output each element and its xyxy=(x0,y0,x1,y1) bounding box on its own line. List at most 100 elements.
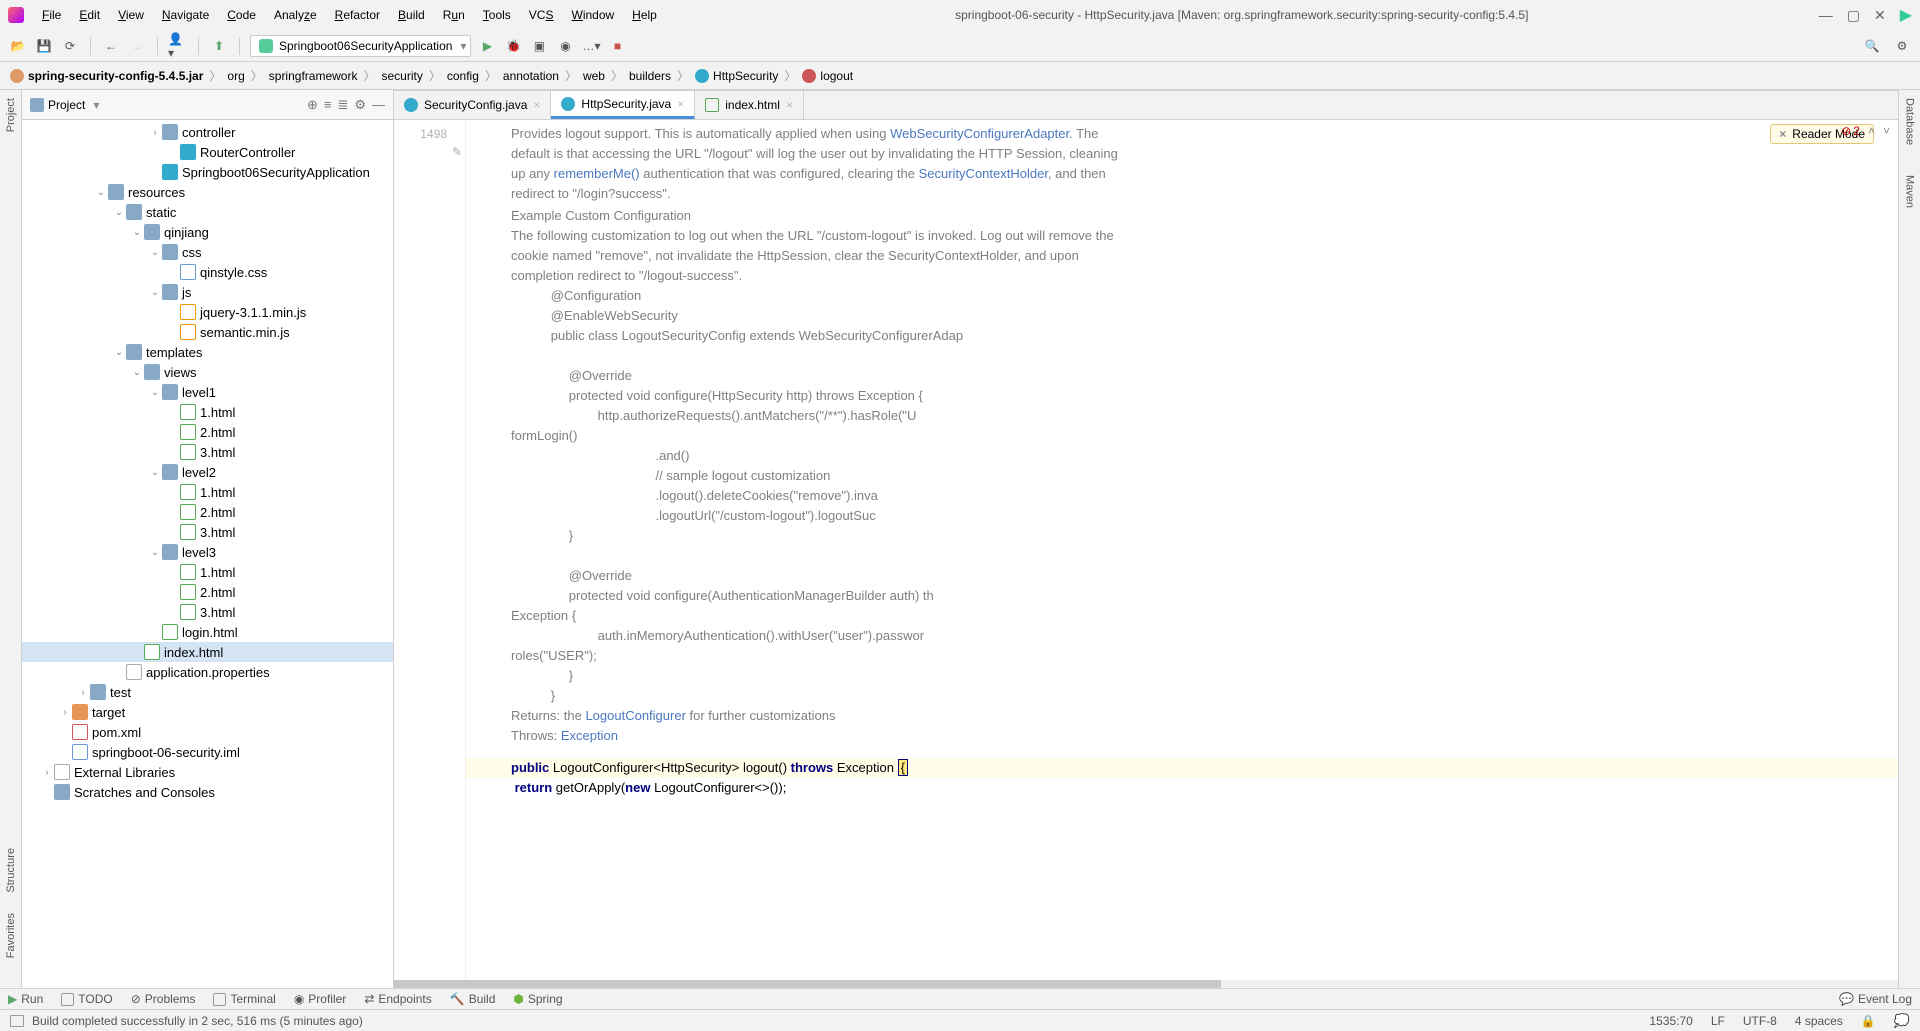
menu-tools[interactable]: Tools xyxy=(475,5,519,25)
readonly-lock-icon[interactable]: 🔒 xyxy=(1861,1014,1876,1028)
tree-toggle-icon[interactable]: › xyxy=(58,707,72,718)
tree-node[interactable]: ⌄level1 xyxy=(22,382,393,402)
tree-toggle-icon[interactable]: ⌄ xyxy=(112,347,126,358)
tree-toggle-icon[interactable]: ⌄ xyxy=(148,287,162,298)
doc-link[interactable]: SecurityContextHolder xyxy=(919,166,1048,181)
crumb-annotation[interactable]: annotation xyxy=(503,69,559,83)
hide-panel-button[interactable]: — xyxy=(372,97,385,112)
notifications-icon[interactable]: 💭 xyxy=(1894,1013,1910,1029)
maximize-button[interactable]: ▢ xyxy=(1847,7,1860,24)
tree-node[interactable]: 2.html xyxy=(22,502,393,522)
tw-terminal[interactable]: Terminal xyxy=(213,992,275,1006)
menu-window[interactable]: Window xyxy=(563,5,622,25)
menu-help[interactable]: Help xyxy=(624,5,665,25)
close-tab-icon[interactable]: × xyxy=(786,98,793,112)
tree-toggle-icon[interactable]: ⌄ xyxy=(94,187,108,198)
project-tree[interactable]: ›controllerRouterControllerSpringboot06S… xyxy=(22,120,393,988)
tree-node[interactable]: Scratches and Consoles xyxy=(22,782,393,802)
ide-settings-button[interactable]: ⚙ xyxy=(1892,36,1912,56)
tree-node[interactable]: 2.html xyxy=(22,582,393,602)
more-run-button[interactable]: …▾ xyxy=(581,36,601,56)
editor-body[interactable]: ⊘ 2 ˄ ˅ 1498 ✎ Provides logout support. … xyxy=(394,120,1898,980)
debug-button[interactable]: 🐞 xyxy=(503,36,523,56)
tw-todo[interactable]: TODO xyxy=(61,992,112,1006)
tw-profiler[interactable]: ◉Profiler xyxy=(294,992,347,1006)
tree-node[interactable]: 3.html xyxy=(22,442,393,462)
tab-securityconfig[interactable]: SecurityConfig.java × xyxy=(394,91,551,119)
menu-vcs[interactable]: VCS xyxy=(521,5,562,25)
tree-node[interactable]: ›target xyxy=(22,702,393,722)
tree-toggle-icon[interactable]: ⌄ xyxy=(148,387,162,398)
close-reader-mode-icon[interactable]: × xyxy=(1779,127,1786,141)
crumb-web[interactable]: web xyxy=(583,69,605,83)
tw-spring[interactable]: ⬢Spring xyxy=(513,992,562,1006)
search-everywhere-button[interactable]: 🔍 xyxy=(1862,36,1882,56)
tw-structure-tab[interactable]: Structure xyxy=(5,848,17,893)
menu-edit[interactable]: Edit xyxy=(71,5,108,25)
save-all-button[interactable]: 💾 xyxy=(34,36,54,56)
tree-node[interactable]: 2.html xyxy=(22,422,393,442)
menu-build[interactable]: Build xyxy=(390,5,433,25)
menu-file[interactable]: FFileile xyxy=(34,5,69,25)
menu-navigate[interactable]: Navigate xyxy=(154,5,217,25)
tree-node[interactable]: ⌄templates xyxy=(22,342,393,362)
crumb-method[interactable]: logout xyxy=(802,69,853,83)
tree-node[interactable]: ⌄resources xyxy=(22,182,393,202)
tree-toggle-icon[interactable]: ⌄ xyxy=(148,247,162,258)
open-button[interactable]: 📂 xyxy=(8,36,28,56)
nav-forward-button[interactable]: → xyxy=(127,36,147,56)
tree-node[interactable]: login.html xyxy=(22,622,393,642)
profiler-run-button[interactable]: ◉ xyxy=(555,36,575,56)
tree-toggle-icon[interactable]: › xyxy=(148,127,162,138)
tree-toggle-icon[interactable]: ⌄ xyxy=(130,227,144,238)
tree-node[interactable]: ›controller xyxy=(22,122,393,142)
doc-link[interactable]: rememberMe() xyxy=(554,166,640,181)
crumb-config[interactable]: config xyxy=(447,69,479,83)
crumb-org[interactable]: org xyxy=(227,69,244,83)
crumb-class[interactable]: HttpSecurity xyxy=(695,69,778,83)
tree-node[interactable]: ›External Libraries xyxy=(22,762,393,782)
tw-eventlog[interactable]: 💬Event Log xyxy=(1839,992,1912,1006)
tree-node[interactable]: 1.html xyxy=(22,482,393,502)
menu-refactor[interactable]: Refactor xyxy=(327,5,388,25)
locate-file-button[interactable]: ⊕ xyxy=(307,97,318,113)
tree-node[interactable]: pom.xml xyxy=(22,722,393,742)
run-config-select[interactable]: Springboot06SecurityApplication xyxy=(250,35,471,57)
tree-node[interactable]: 1.html xyxy=(22,562,393,582)
doc-link[interactable]: LogoutConfigurer xyxy=(585,708,685,723)
cursor-position[interactable]: 1535:70 xyxy=(1649,1014,1692,1028)
tw-project-tab[interactable]: Project xyxy=(5,98,17,132)
tree-node[interactable]: qinstyle.css xyxy=(22,262,393,282)
tree-node[interactable]: springboot-06-security.iml xyxy=(22,742,393,762)
close-tab-icon[interactable]: × xyxy=(533,98,540,112)
tw-problems[interactable]: ⊘Problems xyxy=(131,992,196,1006)
menu-analyze[interactable]: Analyze xyxy=(266,5,325,25)
line-separator[interactable]: LF xyxy=(1711,1014,1725,1028)
tree-toggle-icon[interactable]: › xyxy=(40,767,54,778)
tree-node[interactable]: RouterController xyxy=(22,142,393,162)
next-error-button[interactable]: ˅ xyxy=(1883,124,1890,138)
tree-node[interactable]: ⌄qinjiang xyxy=(22,222,393,242)
close-button[interactable]: ✕ xyxy=(1874,7,1886,24)
file-encoding[interactable]: UTF-8 xyxy=(1743,1014,1777,1028)
tree-node[interactable]: 3.html xyxy=(22,522,393,542)
doc-link[interactable]: Exception xyxy=(561,728,618,743)
tw-endpoints[interactable]: ⇄Endpoints xyxy=(364,992,431,1006)
tw-run[interactable]: ▶Run xyxy=(8,992,43,1006)
tab-httpsecurity[interactable]: HttpSecurity.java × xyxy=(551,91,695,119)
crumb-springframework[interactable]: springframework xyxy=(269,69,358,83)
tree-toggle-icon[interactable]: ⌄ xyxy=(148,547,162,558)
doc-link[interactable]: WebSecurityConfigurerAdapter xyxy=(890,126,1069,141)
tw-database-tab[interactable]: Database xyxy=(1904,98,1916,145)
close-tab-icon[interactable]: × xyxy=(677,97,684,111)
editor-gutter[interactable]: 1498 xyxy=(394,120,466,980)
crumb-builders[interactable]: builders xyxy=(629,69,671,83)
sync-button[interactable]: ⟳ xyxy=(60,36,80,56)
avatar-button[interactable]: 👤▾ xyxy=(168,36,188,56)
tw-favorites-tab[interactable]: Favorites xyxy=(5,913,17,958)
tree-node[interactable]: ⌄views xyxy=(22,362,393,382)
coverage-run-button[interactable]: ▣ xyxy=(529,36,549,56)
collapse-all-button[interactable]: ≣ xyxy=(337,97,348,113)
tree-node[interactable]: 3.html xyxy=(22,602,393,622)
tree-node[interactable]: ⌄css xyxy=(22,242,393,262)
